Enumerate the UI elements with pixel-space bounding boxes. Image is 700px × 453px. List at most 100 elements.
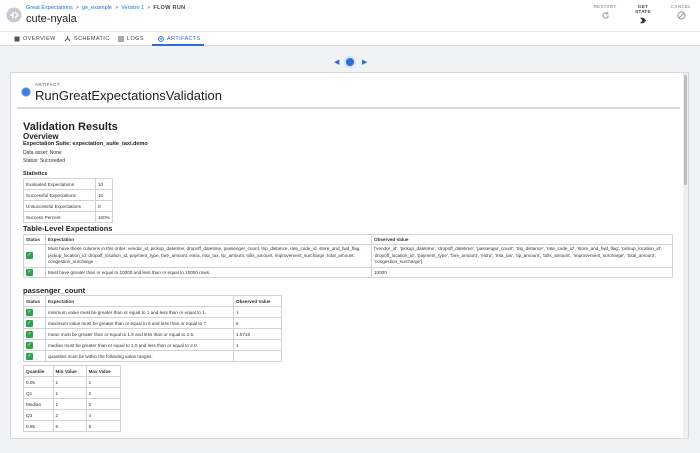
observed-cell: 1 [233, 306, 282, 318]
breadcrumb: Great Expectations > ge_example > Version 1 >… [26, 5, 186, 11]
table-row: Median 1 2 [23, 398, 122, 410]
stat-label: Unsuccessful Expectations [23, 200, 96, 212]
table-header-row: Status Expectation Observed Value [23, 295, 282, 307]
stat-value: 0 [95, 200, 113, 212]
table-row: ✓ maximum value must be greater than or … [23, 317, 282, 329]
overview-icon [14, 36, 20, 42]
column-header: Expectation [45, 234, 372, 245]
statistics-heading: Statistics [23, 171, 48, 177]
expectation-cell: quantiles must be within the following v… [45, 350, 234, 362]
table-row: Success Percent 100% [23, 211, 113, 223]
statistics-table: Evaluated Expectations 10 Successful Expe… [23, 178, 113, 223]
observed-cell: 10000 [371, 266, 673, 278]
observed-cell: 6 [233, 317, 282, 329]
column-header: Max Value [85, 365, 122, 377]
stat-label: Evaluated Expectations [23, 178, 96, 190]
schematic-icon [64, 36, 71, 42]
cancel-label: CANCEL [670, 4, 692, 9]
restart-label: RESTART [593, 4, 617, 9]
quantile-cell: Q3 [23, 409, 54, 421]
artifact-label: ARTIFACT [35, 82, 60, 87]
min-cell: 1 [52, 376, 87, 388]
max-cell: 2 [85, 387, 122, 399]
min-cell: 1 [52, 387, 87, 399]
observed-cell: 1.5716 [233, 328, 282, 340]
artifacts-icon [158, 36, 164, 42]
scrollbar-thumb[interactable] [684, 75, 687, 185]
get-state-label: GET STATE [635, 4, 651, 14]
max-cell: 4 [85, 409, 122, 421]
observed-cell [233, 350, 282, 362]
table-row: Evaluated Expectations 10 [23, 178, 113, 190]
tab-logs[interactable]: LOGS [118, 32, 144, 46]
active-tab-indicator [152, 44, 204, 46]
status-cell: ✓ [23, 317, 46, 329]
expectation-cell: maximum value must be greater than or eq… [45, 317, 234, 329]
check-icon: ✓ [26, 319, 33, 327]
table-level-heading: Table-Level Expectations [23, 224, 113, 233]
table-row: Unsuccessful Expectations 0 [23, 200, 113, 212]
table-row: 0.95 5 6 [23, 420, 122, 432]
column-expectations-table: Status Expectation Observed Value ✓ mini… [23, 295, 282, 362]
expectation-cell: median must be greater than or equal to … [45, 339, 234, 351]
stat-label: Success Percent [23, 211, 96, 223]
tab-bar: OVERVIEW SCHEMATIC LOGS ARTIFACTS [0, 31, 700, 46]
table-row: Successful Expectations 10 [23, 189, 113, 201]
quantile-cell: Median [23, 398, 54, 410]
status-cell: ✓ [23, 328, 46, 340]
data-asset: Data asset: None [23, 150, 62, 156]
table-header-row: Quantile Min Value Max Value [23, 365, 122, 377]
breadcrumb-version[interactable]: Version 1 [121, 5, 144, 11]
max-cell: 1 [85, 376, 122, 388]
expectation-suite: Expectation Suite: expectation_suite_tax… [23, 141, 148, 147]
column-header: Quantile [23, 365, 54, 377]
cancel-icon [676, 11, 686, 20]
max-cell: 6 [85, 420, 122, 432]
cancel-button[interactable]: CANCEL [668, 4, 694, 25]
quantile-cell: Q1 [23, 387, 54, 399]
restart-icon [601, 11, 609, 19]
column-header: Observed Value [233, 295, 282, 307]
flow-run-header: Great Expectations > ge_example > Version 1 >… [0, 0, 700, 31]
breadcrumb-project[interactable]: Great Expectations [26, 5, 73, 11]
tab-artifacts-label: ARTIFACTS [167, 36, 201, 42]
min-cell: 5 [52, 420, 87, 432]
column-header: Expectation [45, 295, 234, 307]
status-cell: ✓ [23, 306, 46, 318]
check-icon: ✓ [26, 341, 33, 349]
status-cell: ✓ [23, 244, 46, 268]
expectation-cell: Must have these columns in this order: v… [45, 244, 372, 268]
table-level-expectations-table: Status Expectation Observed Value ✓ Must… [23, 234, 673, 278]
max-cell: 2 [85, 398, 122, 410]
artifact-dot[interactable] [344, 56, 356, 68]
quantile-cell: 0.05 [23, 376, 54, 388]
stat-label: Successful Expectations [23, 189, 96, 201]
observed-cell: 1 [233, 339, 282, 351]
tab-overview[interactable]: OVERVIEW [14, 32, 56, 46]
chevron-right-icon[interactable]: ▶ [362, 58, 367, 66]
artifact-switcher: ◀ ▶ [334, 55, 368, 69]
get-state-button[interactable]: GET STATE [630, 4, 656, 25]
tab-schematic[interactable]: SCHEMATIC [64, 32, 110, 46]
status-cell: ✓ [23, 350, 46, 362]
table-row: ✓ Must have greater than or equal to 100… [23, 266, 673, 278]
artifact-header: ARTIFACT RunGreatExpectationsValidation [17, 79, 680, 109]
table-row: ✓ median must be greater than or equal t… [23, 339, 282, 351]
get-state-icon [639, 17, 646, 24]
check-icon: ✓ [26, 268, 33, 276]
scrollbar[interactable] [683, 73, 688, 438]
breadcrumb-flow[interactable]: ge_example [82, 5, 112, 11]
overview-heading: Overview [23, 132, 59, 141]
breadcrumb-current: FLOW RUN [153, 5, 186, 11]
table-row: 0.05 1 1 [23, 376, 122, 388]
check-icon: ✓ [26, 352, 33, 360]
expectation-cell: mean must be greater than or equal to 1.… [45, 328, 234, 340]
min-cell: 1 [52, 398, 87, 410]
column-header: Min Value [52, 365, 87, 377]
restart-button[interactable]: RESTART [592, 4, 618, 25]
quantile-table: Quantile Min Value Max Value 0.05 1 1 Q1 1 2… [23, 365, 122, 432]
table-header-row: Status Expectation Observed Value [23, 234, 673, 245]
flow-icon [6, 7, 22, 23]
logs-icon [118, 36, 124, 42]
chevron-left-icon[interactable]: ◀ [334, 58, 339, 66]
